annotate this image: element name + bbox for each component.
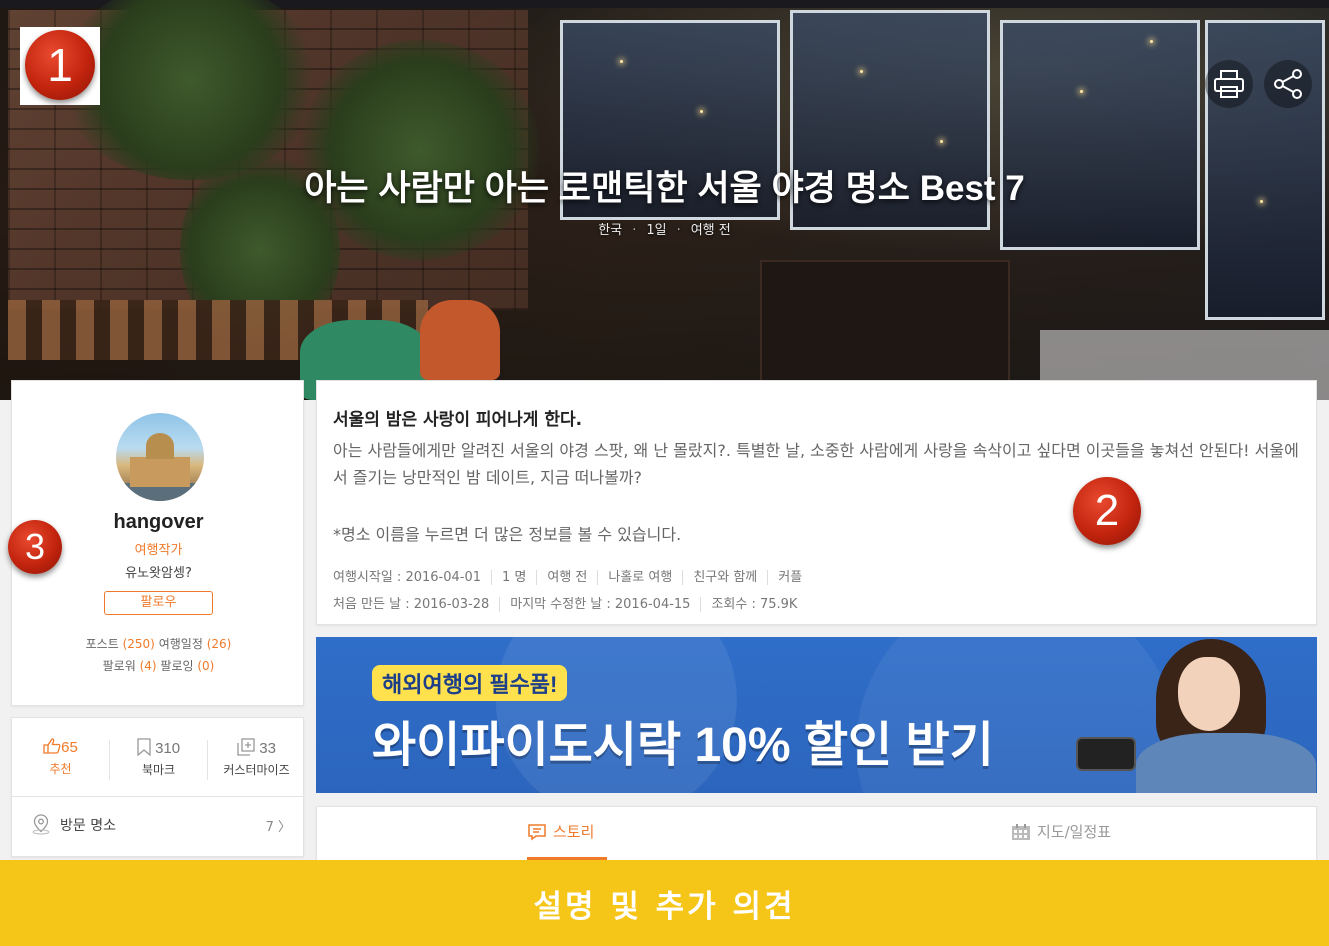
meta-country: 한국 <box>598 223 623 238</box>
meta-duration: 1일 <box>646 223 667 238</box>
light-decoration <box>940 140 943 143</box>
description-body: 아는 사람들에게만 알려진 서울의 야경 스팟, 왜 난 몰랐지?. 특별한 날… <box>333 441 1299 487</box>
author-bio: 유노왓암셍? <box>125 566 192 581</box>
light-decoration <box>1080 90 1083 93</box>
trip-meta-row: 여행시작일 : 2016-04-01 1 명 여행 전 나홀로 여행 친구와 함께 커플 <box>333 566 813 585</box>
visited-places-count: 7 〉 <box>265 820 291 835</box>
annotation-marker-2: 2 <box>1073 477 1141 545</box>
print-icon <box>1214 70 1244 98</box>
customize-label: 커스터마이즈 <box>223 763 290 777</box>
avatar[interactable] <box>116 413 204 501</box>
following-link[interactable]: 팔로잉 (0) <box>160 659 214 673</box>
modified-date: 마지막 수정한 날 : 2016-04-15 <box>499 597 701 612</box>
caption-footer: 설명 및 추가 의견 <box>0 860 1329 946</box>
window-decoration <box>1000 20 1200 250</box>
location-pin-icon <box>32 814 50 835</box>
posts-link[interactable]: 포스트 (250) <box>86 637 155 651</box>
tab-story[interactable]: 스토리 <box>527 821 594 842</box>
trip-type-solo: 나홀로 여행 <box>597 570 683 585</box>
author-stats-follow: 팔로워 (4) 팔로잉 (0) <box>12 657 305 674</box>
customize-button[interactable]: 33 커스터마이즈 <box>208 738 305 778</box>
meta-status: 여행 전 <box>690 223 731 238</box>
post-title: 아는 사람만 아는 로맨틱한 서울 야경 명소 Best 7 <box>304 169 1025 208</box>
banner-model-image <box>1076 637 1316 793</box>
trip-start-date: 여행시작일 : 2016-04-01 <box>333 570 481 585</box>
page-root: 아는 사람만 아는 로맨틱한 서울 야경 명소 Best 7 한국 · 1일 · 여행 … <box>0 0 1329 946</box>
caption-text: 설명 및 추가 의견 <box>533 888 796 925</box>
content-tabs: 스토리 지도/일정표 <box>316 806 1317 866</box>
visited-places-row[interactable]: 방문 명소 7 〉 <box>12 796 305 852</box>
created-date: 처음 만든 날 : 2016-03-28 <box>333 597 490 612</box>
trip-people: 1 명 <box>491 570 537 585</box>
banner-headline: 와이파이도시락 10% 할인 받기 <box>372 719 994 772</box>
tab-map-schedule[interactable]: 지도/일정표 <box>1011 821 1111 842</box>
trip-type-couple: 커플 <box>767 570 813 585</box>
bookmark-icon <box>137 738 151 757</box>
thumbs-up-icon <box>43 738 61 754</box>
hero-cover-image: 아는 사람만 아는 로맨틱한 서울 야경 명소 Best 7 한국 · 1일 · 여행 … <box>0 0 1329 400</box>
light-decoration <box>1150 40 1153 43</box>
tab-map-schedule-label: 지도/일정표 <box>1037 823 1112 841</box>
bookmark-button[interactable]: 310 북마크 <box>110 738 207 778</box>
post-actions-card: 65 추천 310 북마크 33 커스터마이즈 방문 명소 7 〉 <box>11 717 305 857</box>
ad-banner[interactable]: 해외여행의 필수품! 와이파이도시락 10% 할인 받기 <box>316 637 1317 793</box>
follow-button[interactable]: 팔로우 <box>104 591 213 615</box>
share-button[interactable] <box>1264 60 1312 108</box>
story-icon <box>528 823 546 840</box>
bookmark-count: 310 <box>155 740 181 757</box>
share-icon <box>1274 69 1302 99</box>
customize-count: 33 <box>259 740 276 757</box>
light-decoration <box>620 60 623 63</box>
plans-link[interactable]: 여행일정 (26) <box>159 637 232 651</box>
cabinet-decoration <box>760 260 1010 390</box>
calendar-icon <box>1012 823 1030 840</box>
like-count: 65 <box>61 739 78 756</box>
like-label: 추천 <box>49 762 72 776</box>
followers-link[interactable]: 팔로워 (4) <box>103 659 157 673</box>
light-decoration <box>700 110 703 113</box>
annotation-marker-3: 3 <box>8 520 62 574</box>
trip-type-friends: 친구와 함께 <box>682 570 768 585</box>
like-button[interactable]: 65 추천 <box>12 738 109 777</box>
trip-status: 여행 전 <box>536 570 598 585</box>
post-meta-row: 처음 만든 날 : 2016-03-28 마지막 수정한 날 : 2016-04-… <box>333 593 808 612</box>
cushion-decoration <box>420 300 500 380</box>
light-decoration <box>860 70 863 73</box>
customize-icon <box>237 738 255 756</box>
description-note: *명소 이름을 누르면 더 많은 정보를 볼 수 있습니다. <box>333 525 682 544</box>
author-stats-posts: 포스트 (250) 여행일정 (26) <box>12 635 305 652</box>
tab-story-label: 스토리 <box>553 823 595 841</box>
banner-tag: 해외여행의 필수품! <box>372 665 568 701</box>
annotation-marker-1: 1 <box>25 30 95 100</box>
bookmark-label: 북마크 <box>141 763 176 777</box>
post-meta: 한국 · 1일 · 여행 전 <box>598 223 731 238</box>
view-count: 조회수 : 75.9K <box>700 597 808 612</box>
description-title: 서울의 밤은 사랑이 피어나게 한다. <box>333 410 583 430</box>
visited-places-label: 방문 명소 <box>60 818 116 834</box>
print-button[interactable] <box>1205 60 1253 108</box>
post-description-card: 서울의 밤은 사랑이 피어나게 한다. 아는 사람들에게만 알려진 서울의 야경… <box>316 380 1317 625</box>
